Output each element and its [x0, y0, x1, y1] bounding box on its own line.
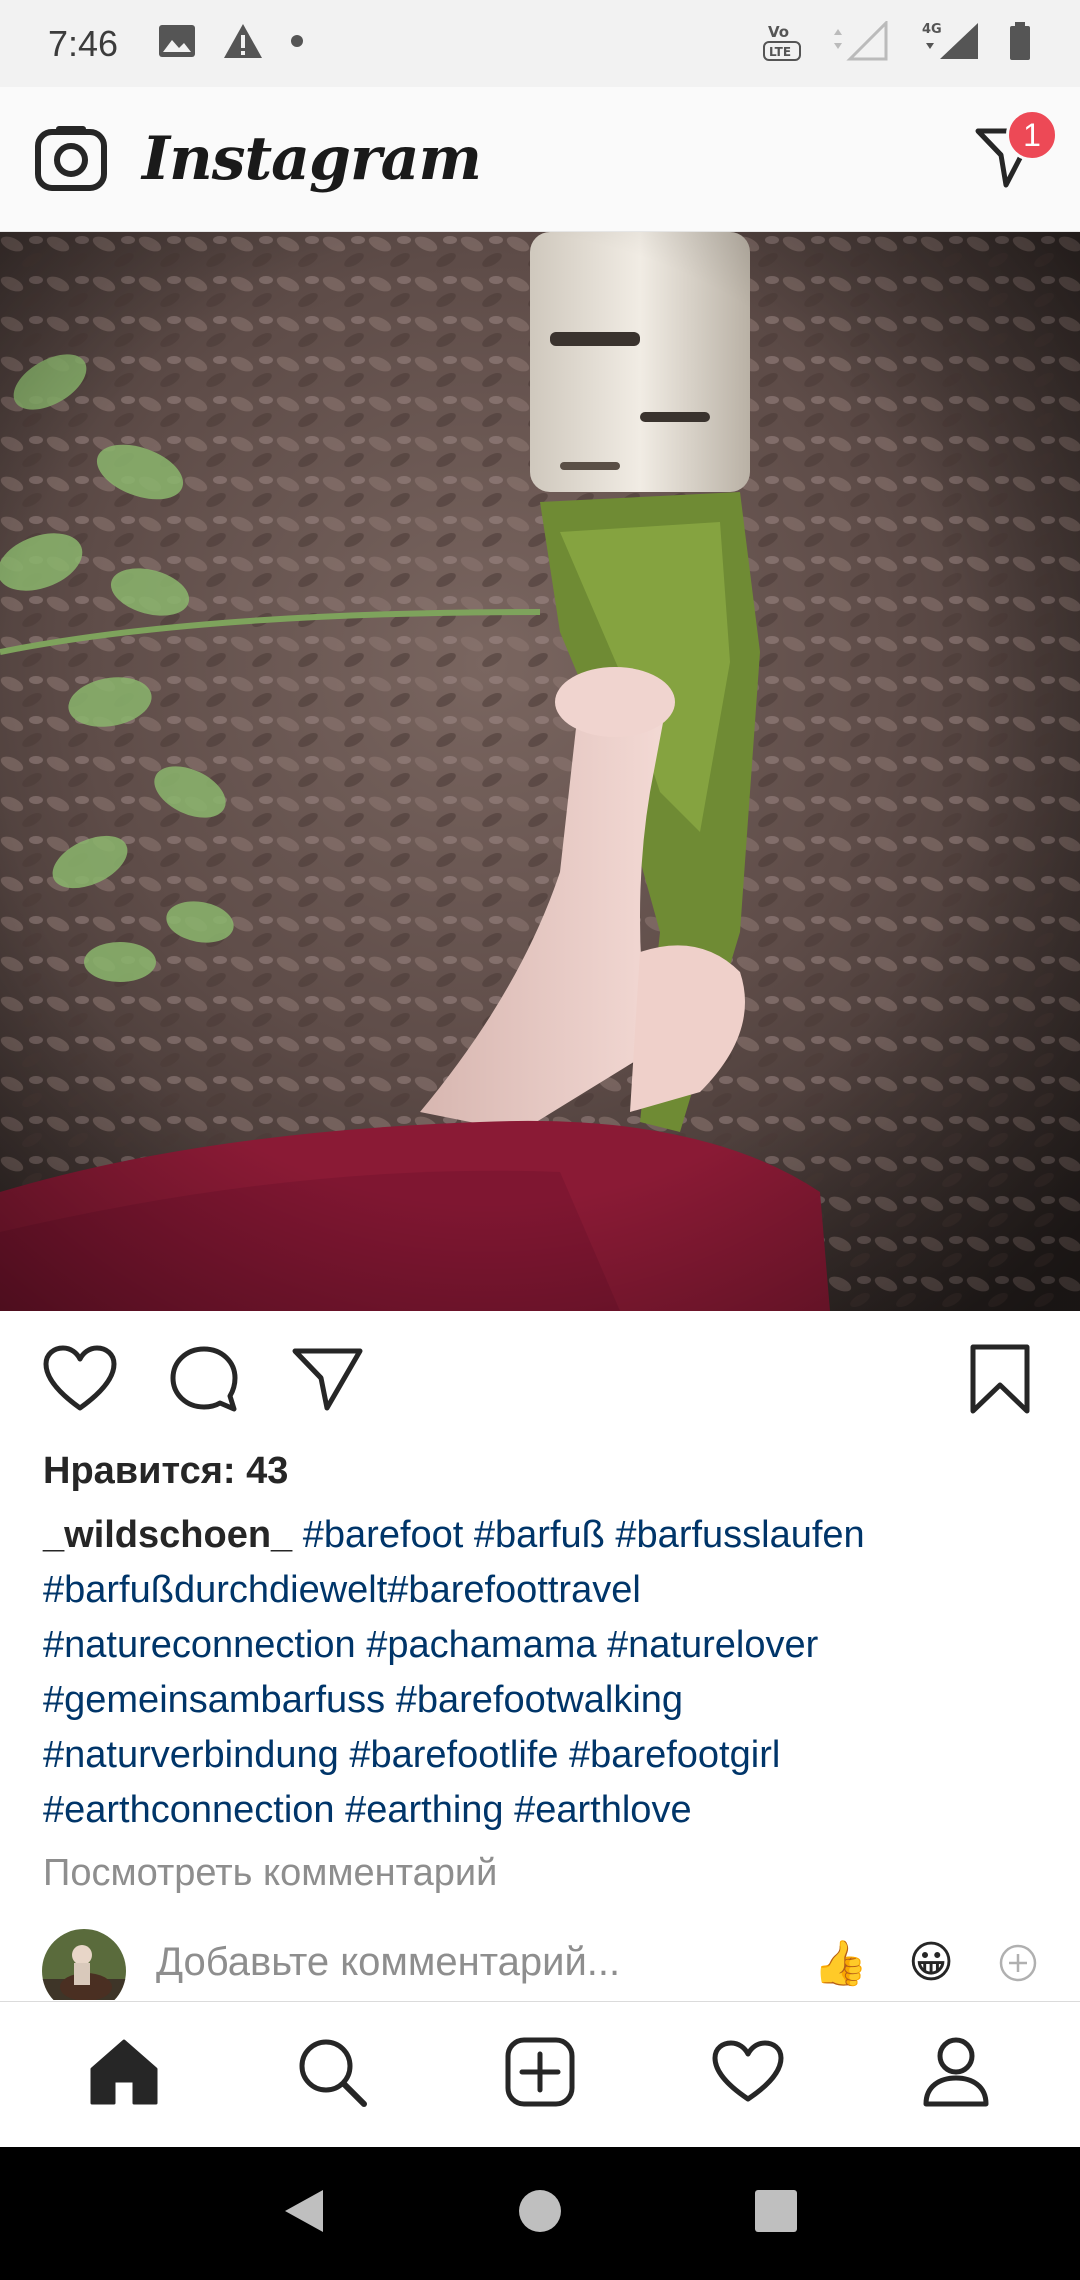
save-button[interactable]: [958, 1339, 1042, 1423]
4g-signal-icon: 4G: [922, 21, 986, 66]
camera-icon[interactable]: [34, 122, 108, 197]
bottom-nav: [0, 2001, 1080, 2147]
recents-square-icon[interactable]: [753, 2188, 799, 2239]
svg-text:Vo: Vo: [768, 23, 789, 41]
direct-messages-button[interactable]: 1: [966, 109, 1058, 199]
back-icon[interactable]: [281, 2186, 327, 2241]
like-button[interactable]: [38, 1339, 122, 1423]
hashtag-line[interactable]: #barefoot #barfuß #barfusslaufen: [303, 1514, 865, 1556]
caption-line-1: _wildschoen_ #barefoot #barfuß #barfussl…: [43, 1508, 1043, 1563]
speech-bubble-icon: [168, 1344, 240, 1419]
avatar: [42, 1928, 126, 2000]
view-comments-link[interactable]: Посмотреть комментарий: [43, 1852, 497, 1895]
post-caption: _wildschoen_ #barefoot #barfuß #barfussl…: [43, 1508, 1043, 1838]
svg-text:LTE: LTE: [769, 45, 791, 59]
caption-username[interactable]: _wildschoen_: [43, 1514, 292, 1556]
nav-home[interactable]: [74, 2025, 174, 2125]
add-post-icon: [504, 2036, 576, 2113]
notification-badge: 1: [1006, 109, 1058, 161]
status-icons-left: [158, 22, 304, 65]
hashtag-line[interactable]: #barfußdurchdiewelt#barefoottravel: [43, 1563, 1043, 1618]
share-button[interactable]: [286, 1339, 370, 1423]
thumbs-up-emoji-button[interactable]: 👍: [813, 1937, 868, 1989]
hashtag-line[interactable]: #earthconnection #earthing #earthlove: [43, 1783, 1043, 1838]
add-comment-row: Добавьте комментарий... 👍 😀: [0, 1925, 1080, 2000]
post-action-row: [0, 1311, 1080, 1451]
plus-circle-icon[interactable]: [998, 1943, 1038, 1983]
hashtag-line[interactable]: #natureconnection #pachamama #naturelove…: [43, 1618, 1043, 1673]
home-icon: [88, 2037, 160, 2112]
search-icon: [296, 2036, 368, 2113]
hashtag-line[interactable]: #naturverbindung #barefootlife #barefoot…: [43, 1728, 1043, 1783]
app-logo: Instagram: [142, 124, 482, 194]
hashtag-line[interactable]: #gemeinsambarfuss #barefootwalking: [43, 1673, 1043, 1728]
volte-icon: Vo LTE: [762, 18, 808, 69]
image-icon: [158, 24, 196, 63]
heart-icon: [42, 1344, 118, 1419]
status-time: 7:46: [48, 22, 119, 64]
nav-activity[interactable]: [698, 2025, 798, 2125]
paper-plane-icon: [292, 1346, 364, 1417]
comment-button[interactable]: [162, 1339, 246, 1423]
nav-profile[interactable]: [906, 2025, 1006, 2125]
comment-input[interactable]: Добавьте комментарий...: [156, 1940, 620, 1985]
grinning-emoji-button[interactable]: 😀: [908, 1937, 954, 1988]
svg-text:4G: 4G: [922, 22, 942, 37]
status-bar: 7:46 Vo LTE 4G: [0, 0, 1080, 87]
nav-new-post[interactable]: [490, 2025, 590, 2125]
app-header: Instagram 1: [0, 87, 1080, 232]
dot-icon: [290, 34, 304, 53]
post-photo[interactable]: [0, 232, 1080, 1311]
system-nav-bar: [0, 2147, 1080, 2280]
heart-icon: [711, 2039, 785, 2110]
home-circle-icon[interactable]: [517, 2188, 563, 2239]
bookmark-icon: [969, 1343, 1031, 1420]
status-icons-right: Vo LTE 4G: [762, 18, 1032, 69]
likes-count[interactable]: Нравится: 43: [43, 1450, 288, 1493]
profile-icon: [922, 2036, 990, 2113]
nav-search[interactable]: [282, 2025, 382, 2125]
warning-icon: [222, 22, 264, 65]
battery-icon: [1008, 21, 1032, 66]
signal-icon: [830, 19, 900, 66]
